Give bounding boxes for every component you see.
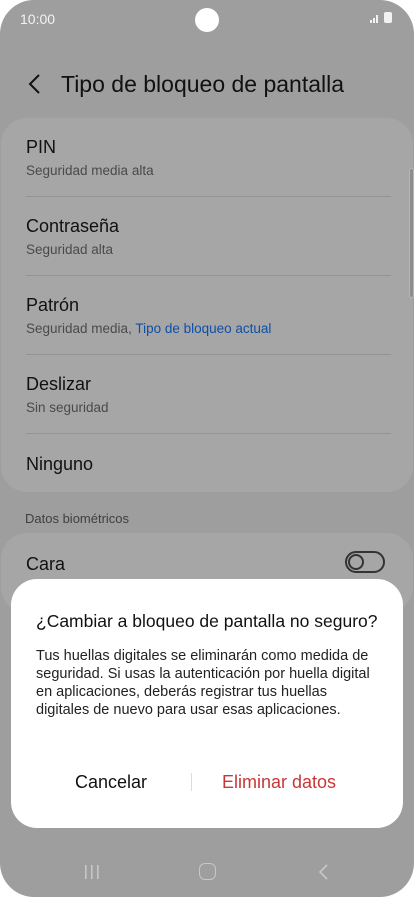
status-time: 10:00 xyxy=(20,11,56,27)
dialog-title: ¿Cambiar a bloqueo de pantalla no seguro… xyxy=(36,611,378,631)
option-swipe[interactable]: Deslizar Sin seguridad xyxy=(1,355,413,434)
nav-back-icon[interactable] xyxy=(316,863,332,881)
face-option-label: Cara xyxy=(26,554,66,574)
option-subtitle: Seguridad alta xyxy=(26,242,114,257)
signal-icon xyxy=(370,15,378,23)
cancel-button[interactable]: Cancelar xyxy=(75,772,147,793)
option-title: Contraseña xyxy=(26,216,120,236)
phone-screen: 10:00 Tipo de bloqueo de pantalla PIN Se… xyxy=(0,0,414,897)
option-pattern[interactable]: Patrón Seguridad media, Tipo de bloqueo … xyxy=(1,276,413,355)
home-icon[interactable] xyxy=(199,863,216,880)
navigation-bar xyxy=(0,848,414,897)
option-title: Patrón xyxy=(26,295,80,315)
toggle-knob xyxy=(348,554,364,570)
face-toggle[interactable] xyxy=(345,551,385,573)
battery-icon xyxy=(384,12,392,23)
section-label-biometrics: Datos biométricos xyxy=(25,511,130,526)
current-lock-label: Tipo de bloqueo actual xyxy=(135,321,272,336)
back-arrow-icon[interactable] xyxy=(24,72,48,96)
option-title: Deslizar xyxy=(26,374,92,394)
option-title: Ninguno xyxy=(26,454,94,474)
option-subtitle: Seguridad media alta xyxy=(26,163,154,178)
option-pin[interactable]: PIN Seguridad media alta xyxy=(1,118,413,197)
delete-data-button[interactable]: Eliminar datos xyxy=(222,772,336,793)
option-subtitle-text: Seguridad media, xyxy=(26,321,136,336)
option-none[interactable]: Ninguno xyxy=(1,434,413,492)
confirm-dialog: ¿Cambiar a bloqueo de pantalla no seguro… xyxy=(11,579,403,828)
button-divider xyxy=(191,773,192,791)
option-subtitle: Sin seguridad xyxy=(26,400,109,415)
scrollbar[interactable] xyxy=(409,168,414,298)
camera-cutout xyxy=(195,8,219,32)
status-icons xyxy=(370,12,392,23)
page-header: Tipo de bloqueo de pantalla xyxy=(0,60,414,108)
dialog-message: Tus huellas digitales se eliminarán como… xyxy=(36,648,370,718)
lock-type-list: PIN Seguridad media alta Contraseña Segu… xyxy=(1,118,413,492)
option-password[interactable]: Contraseña Seguridad alta xyxy=(1,197,413,276)
status-bar: 10:00 xyxy=(0,0,414,40)
option-title: PIN xyxy=(26,137,57,157)
recents-icon[interactable] xyxy=(84,864,100,880)
page-title: Tipo de bloqueo de pantalla xyxy=(61,71,345,97)
option-subtitle: Seguridad media, Tipo de bloqueo actual xyxy=(26,321,271,336)
